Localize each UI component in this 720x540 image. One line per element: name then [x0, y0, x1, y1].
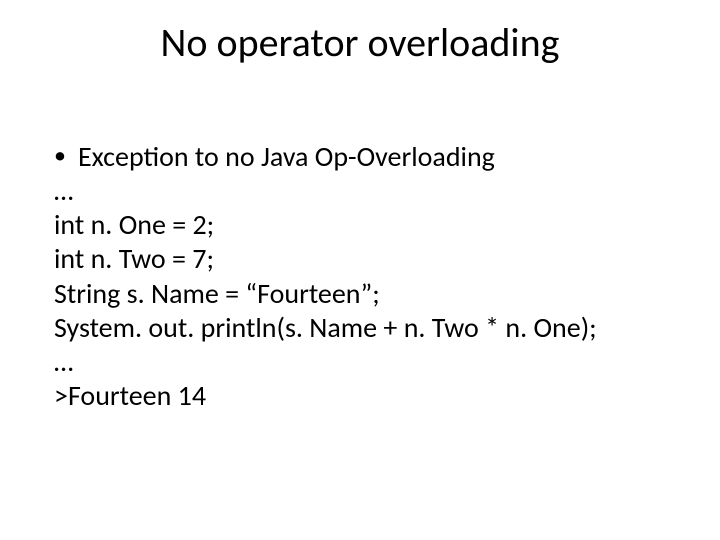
code-line-ellipsis-1: … [54, 174, 680, 208]
bullet-text: Exception to no Java Op-Overloading [78, 140, 680, 174]
bullet-dot-icon: • [54, 140, 78, 172]
code-line-3: String s. Name = “Fourteen”; [54, 277, 680, 311]
code-line-ellipsis-2: … [54, 345, 680, 379]
code-line-output: >Fourteen 14 [54, 379, 680, 413]
slide-title: No operator overloading [0, 18, 720, 67]
code-line-1: int n. One = 2; [54, 208, 680, 242]
bullet-item: • Exception to no Java Op-Overloading [54, 140, 680, 174]
code-line-4: System. out. println(s. Name + n. Two * … [54, 311, 680, 345]
slide: No operator overloading • Exception to n… [0, 0, 720, 540]
slide-body: • Exception to no Java Op-Overloading … … [54, 140, 680, 413]
code-line-2: int n. Two = 7; [54, 242, 680, 276]
